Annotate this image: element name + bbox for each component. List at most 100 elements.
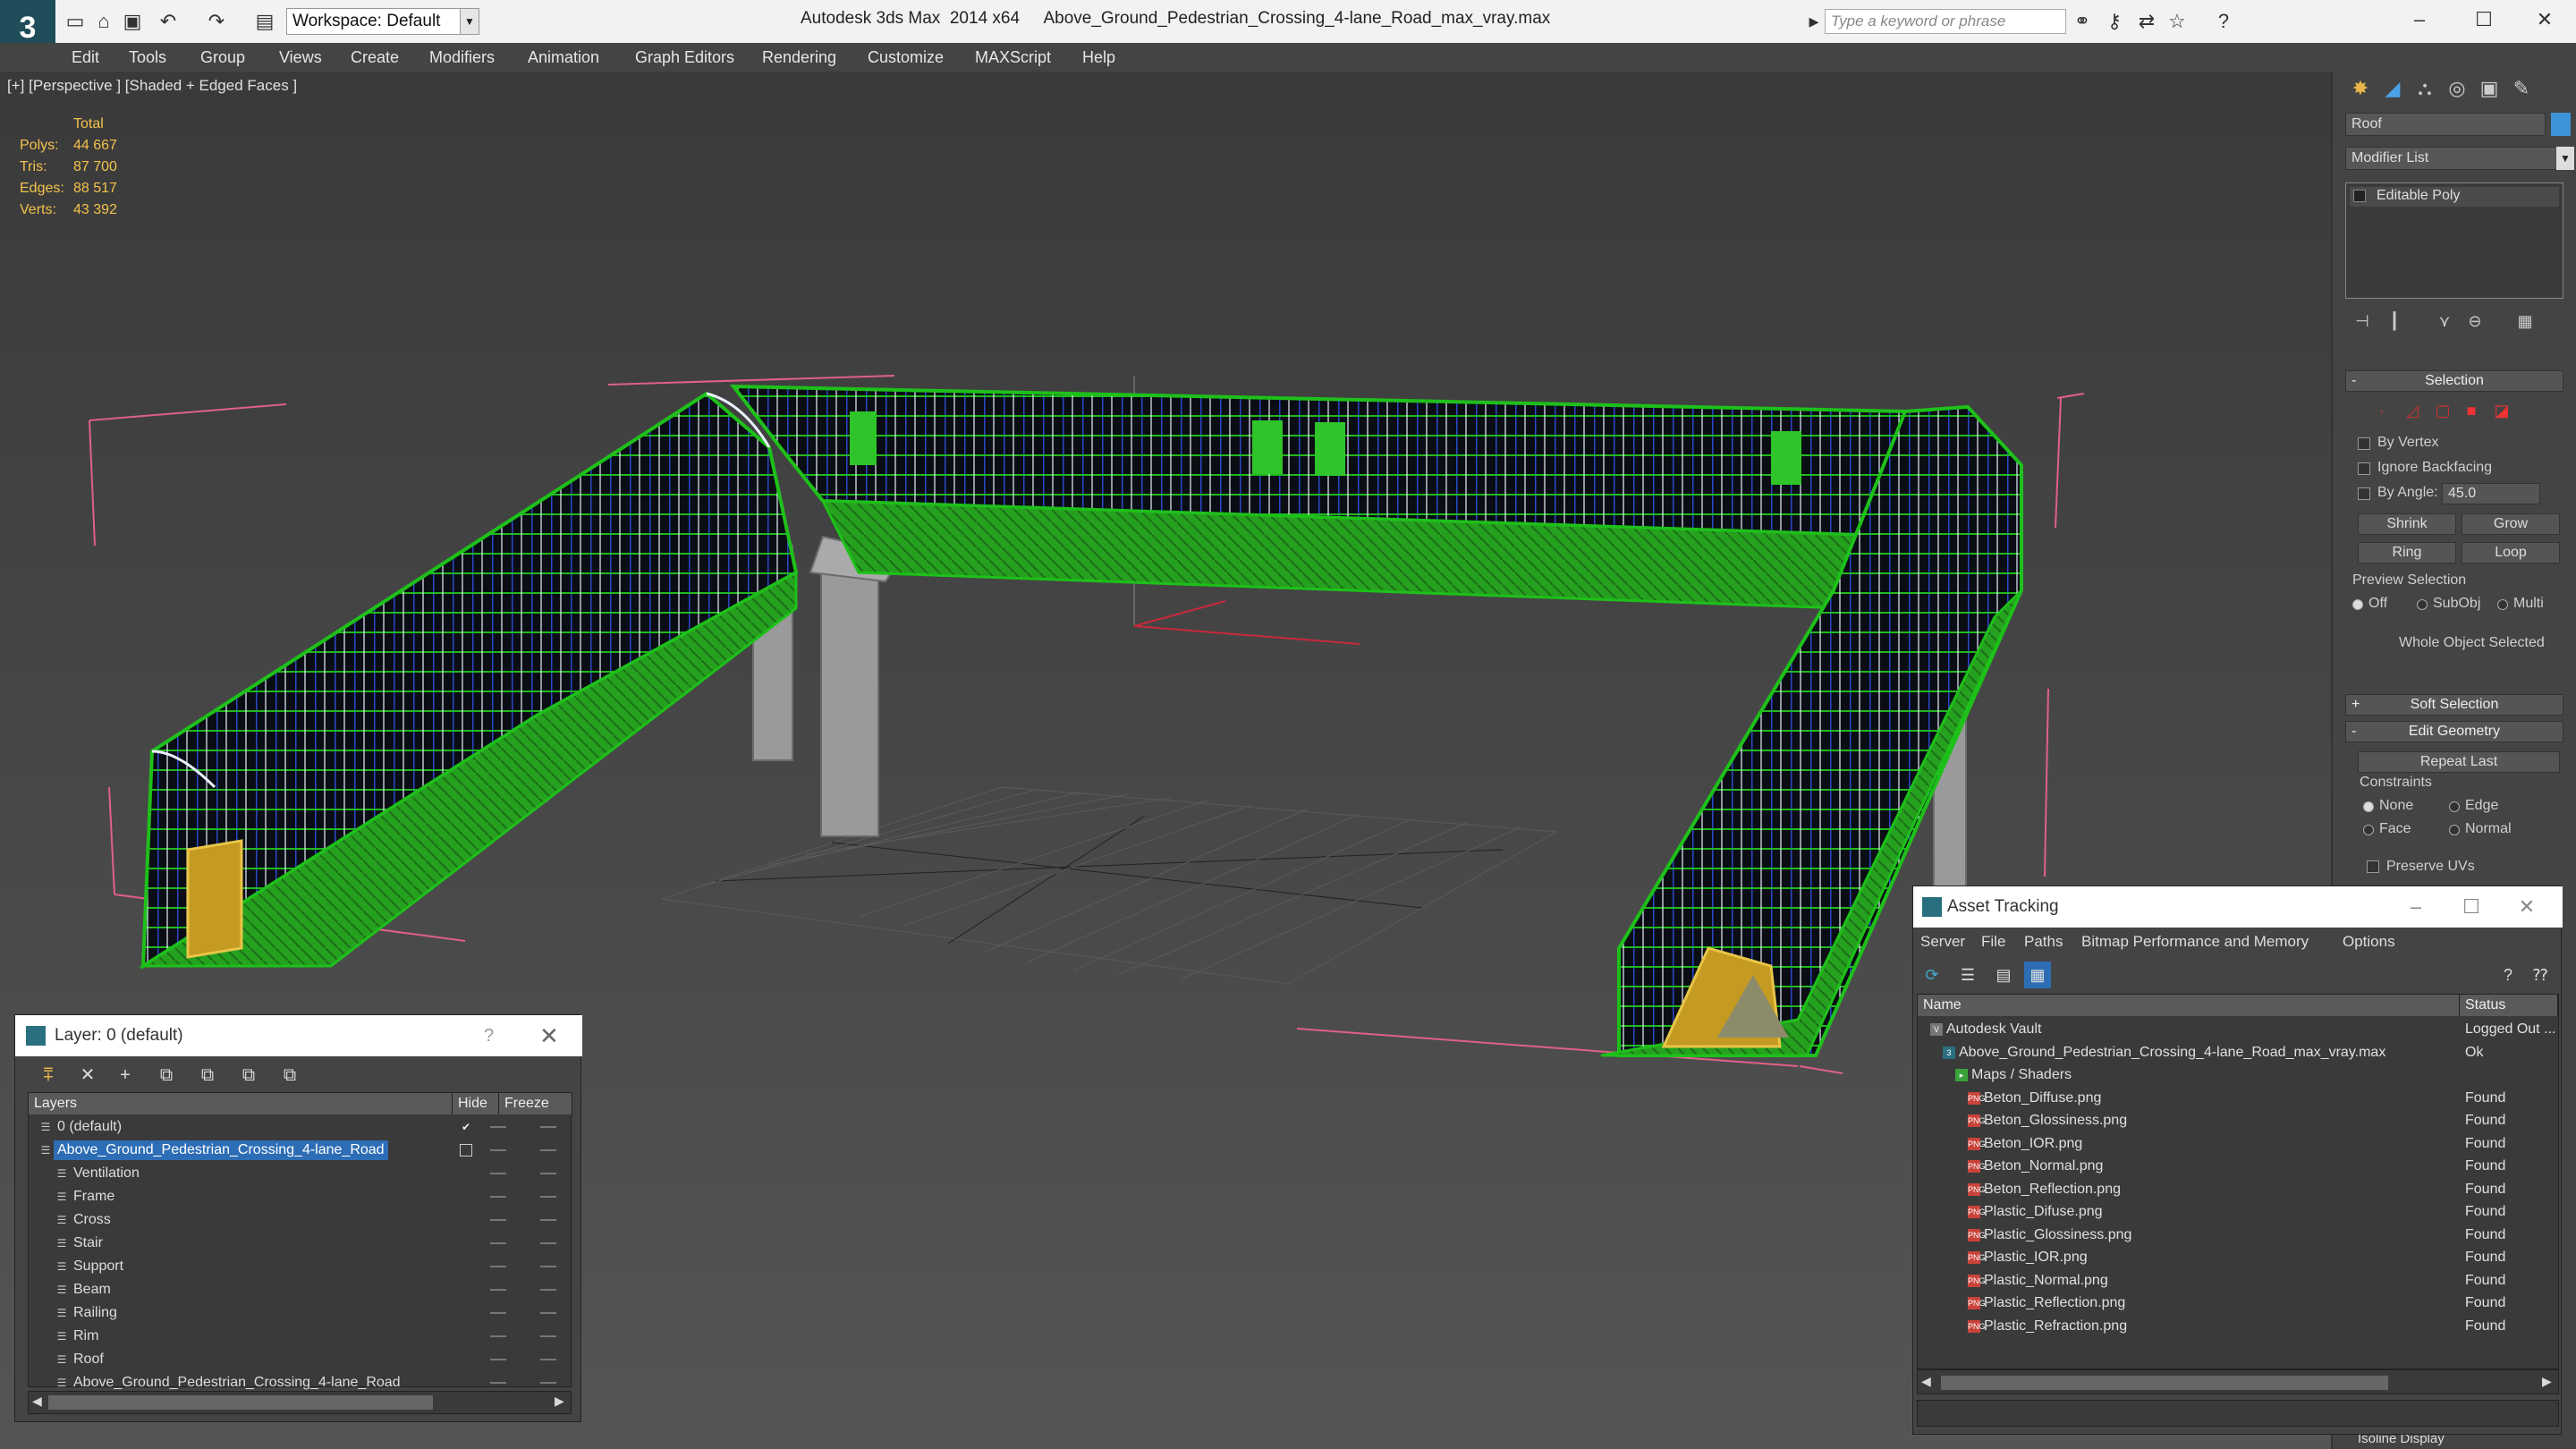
layer-row[interactable]: ☰ Beam <box>29 1279 571 1301</box>
select-objects-icon[interactable]: ⧉ <box>153 1062 180 1089</box>
by-angle-checkbox[interactable] <box>2358 487 2370 500</box>
close-icon[interactable]: ✕ <box>539 1015 559 1056</box>
layer-row[interactable]: ☰ Cross <box>29 1209 571 1231</box>
edge-mode-icon[interactable]: ◿ <box>2399 397 2426 424</box>
preview-off-radio[interactable] <box>2352 599 2363 610</box>
remove-modifier-icon[interactable]: ⊖ <box>2462 308 2488 335</box>
menu-tools[interactable]: Tools <box>129 43 166 72</box>
scrollbar-thumb[interactable] <box>48 1395 433 1410</box>
hide-toggle[interactable] <box>490 1242 506 1244</box>
hide-toggle[interactable] <box>490 1266 506 1267</box>
display-tab-icon[interactable]: ▣ <box>2474 72 2504 106</box>
freeze-toggle[interactable] <box>540 1266 556 1267</box>
asset-row[interactable]: ▸ Maps / Shaders <box>1918 1063 2558 1087</box>
close-button[interactable]: ✕ <box>2500 886 2554 928</box>
grow-button[interactable]: Grow <box>2462 513 2560 535</box>
layer-name[interactable]: Cross <box>70 1210 114 1230</box>
modifier-stack-item[interactable]: Editable Poly <box>2350 187 2559 207</box>
delete-layer-icon[interactable]: ✕ <box>74 1062 101 1089</box>
utilities-tab-icon[interactable]: ✎ <box>2506 72 2537 106</box>
menu-group[interactable]: Group <box>200 43 245 72</box>
soft-selection-rollout-header[interactable]: + Soft Selection <box>2345 694 2563 716</box>
create-tab-icon[interactable]: ✸ <box>2345 72 2376 106</box>
maximize-button[interactable]: ☐ <box>2453 4 2515 36</box>
active-layer-check-icon[interactable]: ✔ <box>460 1121 472 1133</box>
asset-menu-options[interactable]: Options <box>2343 929 2395 954</box>
hierarchy-tab-icon[interactable]: ⛬ <box>2410 72 2440 106</box>
asset-row[interactable]: PNG Plastic_Difuse.png Found <box>1918 1200 2558 1224</box>
scroll-right-icon[interactable]: ▶ <box>555 1394 564 1409</box>
layer-row[interactable]: ☰ 0 (default) ✔ <box>29 1116 571 1138</box>
layer-name[interactable]: Frame <box>70 1187 118 1207</box>
border-mode-icon[interactable]: ▢ <box>2429 397 2456 424</box>
freeze-toggle[interactable] <box>540 1242 556 1244</box>
asset-row[interactable]: PNG Beton_Normal.png Found <box>1918 1155 2558 1178</box>
list-view-icon[interactable]: ☰ <box>1954 962 1981 988</box>
layer-name[interactable]: 0 (default) <box>54 1117 125 1137</box>
menu-create[interactable]: Create <box>351 43 399 72</box>
hide-toggle[interactable] <box>490 1196 506 1198</box>
asset-row[interactable]: PNG Plastic_Normal.png Found <box>1918 1269 2558 1292</box>
menu-modifiers[interactable]: Modifiers <box>429 43 495 72</box>
layer-row[interactable]: ☰ Frame <box>29 1186 571 1208</box>
asset-row[interactable]: PNG Plastic_IOR.png Found <box>1918 1246 2558 1269</box>
freeze-toggle[interactable] <box>540 1149 556 1151</box>
layer-row[interactable]: ☰ Roof <box>29 1349 571 1370</box>
layers-column-header[interactable]: Layers <box>29 1093 453 1114</box>
scroll-left-icon[interactable]: ◀ <box>32 1394 42 1409</box>
asset-row[interactable]: PNG Beton_Reflection.png Found <box>1918 1178 2558 1201</box>
menu-edit[interactable]: Edit <box>72 43 99 72</box>
help-icon[interactable]: ? <box>484 1015 494 1056</box>
hide-column-header[interactable]: Hide <box>453 1093 499 1114</box>
asset-menu-server[interactable]: Server <box>1920 929 1965 954</box>
layer-row[interactable]: ☰ Stair <box>29 1233 571 1254</box>
asset-row[interactable]: PNG Plastic_Reflection.png Found <box>1918 1292 2558 1315</box>
hide-toggle[interactable] <box>490 1219 506 1221</box>
scroll-right-icon[interactable]: ▶ <box>2542 1374 2552 1389</box>
shrink-button[interactable]: Shrink <box>2358 513 2456 535</box>
key-icon[interactable]: ⚷ <box>2102 9 2127 34</box>
menu-graph-editors[interactable]: Graph Editors <box>635 43 734 72</box>
hide-toggle[interactable] <box>490 1359 506 1360</box>
preview-multi-radio[interactable] <box>2497 599 2508 610</box>
star-icon[interactable]: ☆ <box>2165 9 2190 34</box>
motion-tab-icon[interactable]: ◎ <box>2442 72 2472 106</box>
layer-row[interactable]: ☰ Above_Ground_Pedestrian_Crossing_4-lane… <box>29 1140 571 1161</box>
constraint-face-radio[interactable] <box>2363 825 2374 835</box>
hide-toggle[interactable] <box>490 1126 506 1128</box>
asset-menu-file[interactable]: File <box>1981 929 2005 954</box>
close-button[interactable]: ✕ <box>2513 4 2576 36</box>
freeze-column-header[interactable]: Freeze <box>499 1093 572 1114</box>
hide-toggle[interactable] <box>490 1173 506 1174</box>
expand-arrow-icon[interactable]: ▸ <box>1801 9 1826 34</box>
asset-menu-bitmap-performance[interactable]: Bitmap Performance and Memory <box>2081 929 2309 954</box>
preserve-uvs-checkbox[interactable] <box>2367 860 2379 873</box>
layer-row[interactable]: ☰ Ventilation <box>29 1163 571 1184</box>
asset-row[interactable]: 3 Above_Ground_Pedestrian_Crossing_4-lane… <box>1918 1041 2558 1064</box>
layer-horizontal-scrollbar[interactable]: ◀ ▶ <box>28 1391 572 1414</box>
search-input[interactable]: Type a keyword or phrase <box>1825 9 2066 34</box>
asset-menu-paths[interactable]: Paths <box>2024 929 2063 954</box>
exchange-icon[interactable]: ⇄ <box>2134 9 2159 34</box>
constraint-none-radio[interactable] <box>2363 801 2374 812</box>
freeze-toggle[interactable] <box>540 1289 556 1291</box>
layer-name[interactable]: Stair <box>70 1233 106 1253</box>
scroll-left-icon[interactable]: ◀ <box>1921 1374 1931 1389</box>
layer-row[interactable]: ☰ Rim <box>29 1326 571 1347</box>
asset-path-field[interactable] <box>1917 1400 2559 1427</box>
layer-name[interactable]: Rim <box>70 1326 102 1346</box>
context-help-icon[interactable]: ⁇ <box>2527 962 2554 988</box>
table-view-icon[interactable]: ▦ <box>2024 962 2051 988</box>
add-to-layer-icon[interactable]: + <box>112 1062 139 1089</box>
freeze-toggle[interactable] <box>540 1312 556 1314</box>
show-end-result-icon[interactable]: ┃ <box>2381 308 2408 335</box>
make-unique-icon[interactable]: ⋎ <box>2431 308 2458 335</box>
modify-tab-icon[interactable]: ◢ <box>2377 72 2408 106</box>
asset-row[interactable]: PNG Plastic_Glossiness.png Found <box>1918 1224 2558 1247</box>
expand-box-icon[interactable] <box>2353 190 2366 202</box>
layer-name[interactable]: Support <box>70 1257 127 1276</box>
selection-rollout-header[interactable]: - Selection <box>2345 370 2563 392</box>
ignore-backfacing-checkbox[interactable] <box>2358 462 2370 475</box>
layer-name[interactable]: Above_Ground_Pedestrian_Crossing_4-lane_… <box>54 1140 388 1160</box>
menu-views[interactable]: Views <box>279 43 322 72</box>
